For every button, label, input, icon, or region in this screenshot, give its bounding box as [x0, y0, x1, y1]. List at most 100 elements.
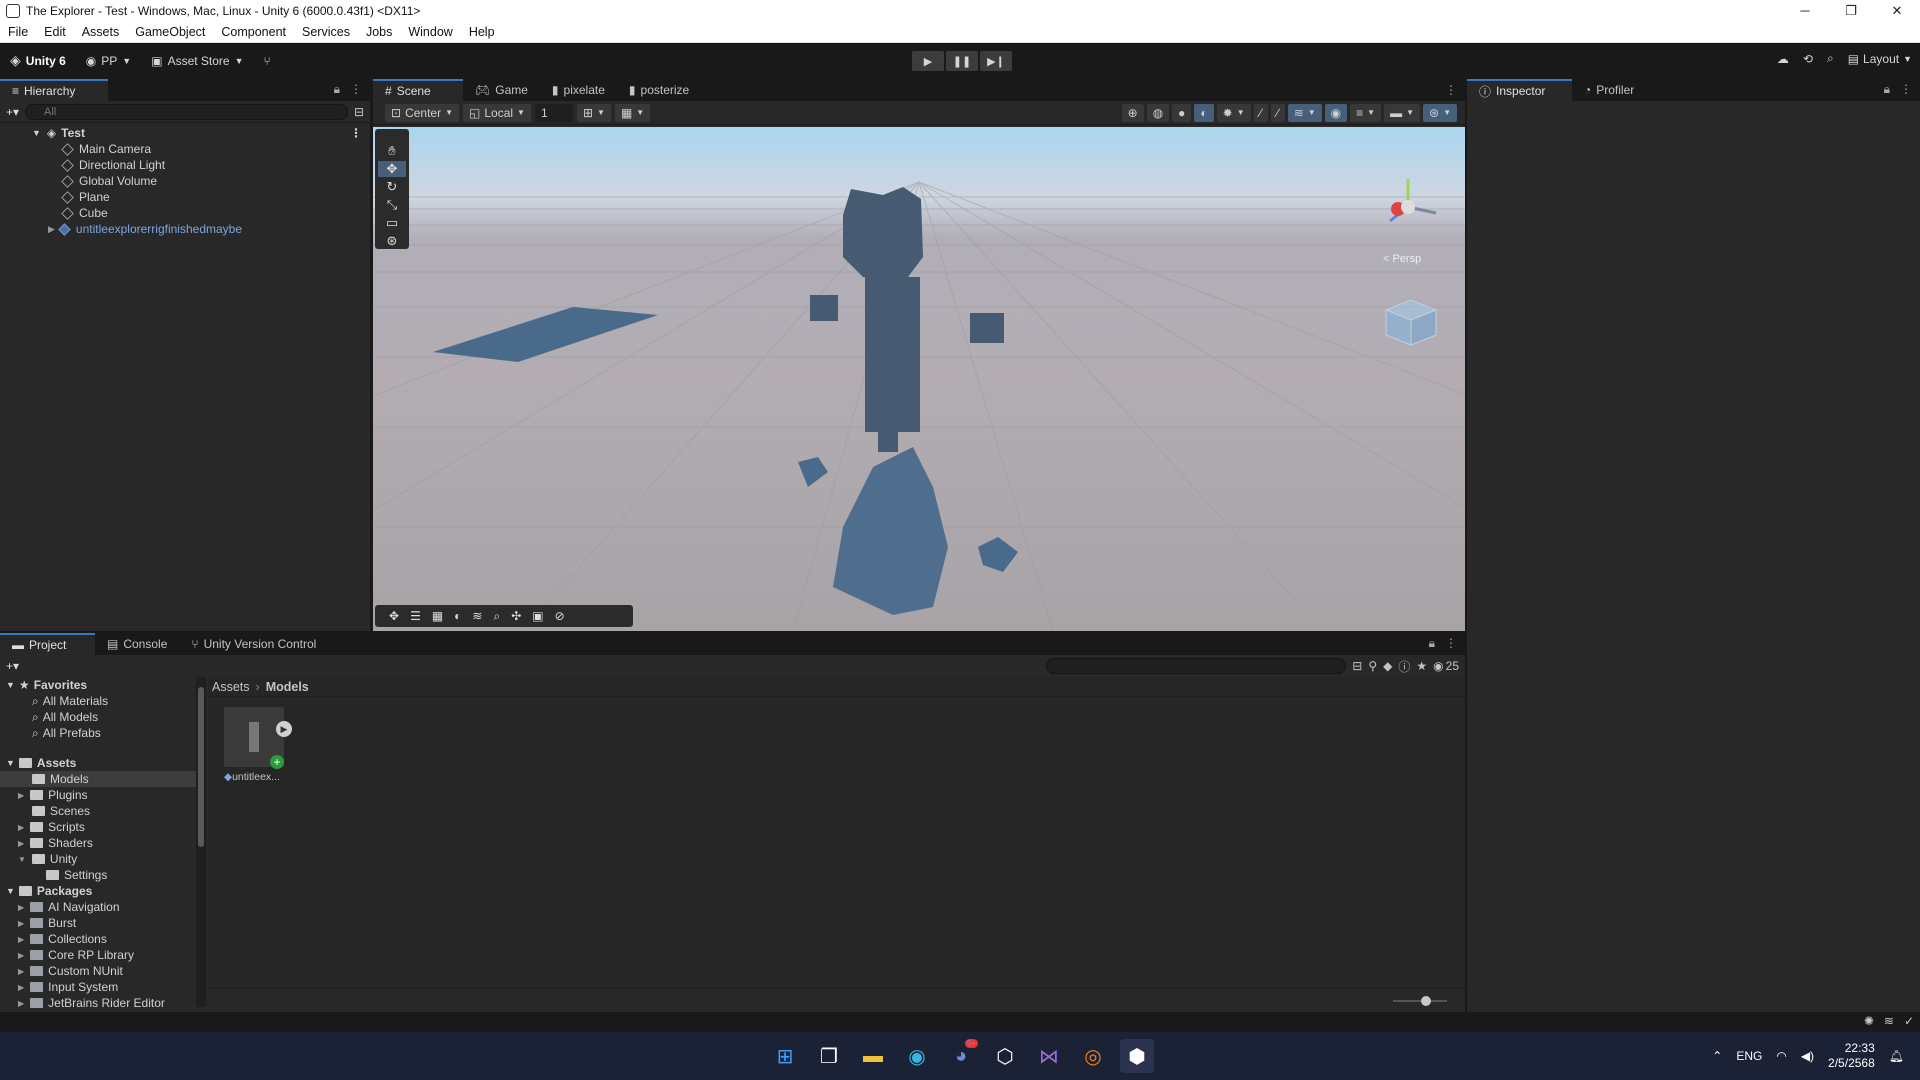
tab-project[interactable]: ▬ Project	[0, 633, 95, 655]
compass-overlay-icon[interactable]: ⊘	[555, 609, 565, 623]
grid-snap-dropdown[interactable]: ⊞ ▼	[576, 103, 611, 122]
create-dropdown[interactable]: +▾	[6, 105, 19, 119]
pp-dropdown[interactable]: ◉ PP ▼	[76, 54, 141, 68]
grid-visibility-dropdown[interactable]: ▦ ▼	[614, 103, 651, 122]
search-filter-icon[interactable]: ⊟	[354, 105, 364, 119]
play-button[interactable]: ▶	[912, 51, 944, 71]
tab-profiler[interactable]: ◔ Profiler	[1572, 79, 1646, 101]
account-button[interactable]: ◈ Unity 6	[0, 52, 76, 69]
lock-icon[interactable]: 🔒︎	[1429, 636, 1435, 651]
hidden-packages-count[interactable]: ◉ 25	[1433, 659, 1459, 673]
menu-services[interactable]: Services	[294, 25, 358, 39]
tab-scene[interactable]: # Scene	[373, 79, 463, 101]
layers-icon[interactable]: ≋	[1884, 1014, 1894, 1028]
asset-folder[interactable]: ▶ Shaders	[0, 835, 198, 851]
move-overlay-icon[interactable]: ✥	[389, 609, 399, 623]
tab-game[interactable]: 🎮︎ Game	[463, 79, 540, 101]
transform-tool-icon[interactable]: ⊛	[387, 233, 398, 249]
snap-increment-input[interactable]: 1	[534, 103, 573, 122]
asset-folder[interactable]: Scenes	[0, 803, 198, 819]
cloud-icon[interactable]: ☁	[1777, 52, 1789, 66]
menu-edit[interactable]: Edit	[36, 25, 74, 39]
chevron-up-icon[interactable]: ⌃	[1712, 1049, 1722, 1063]
tab-pixelate[interactable]: ▮ pixelate	[540, 79, 617, 101]
toggle-audio-dropdown[interactable]: ≋ ▼	[1287, 103, 1322, 122]
tab-console[interactable]: ▤ Console	[95, 633, 179, 655]
favorite-item[interactable]: ⌕ All Models	[0, 709, 198, 725]
debug-draw-dropdown[interactable]: ✹ ▼	[1216, 103, 1251, 122]
packages-header[interactable]: ▼ Packages	[0, 883, 198, 899]
scene-root-row[interactable]: ▼ ◈ Test ⋮	[0, 125, 370, 141]
hierarchy-item[interactable]: Plane	[0, 189, 370, 205]
breadcrumb-assets[interactable]: Assets	[212, 680, 250, 694]
maximize-button[interactable]: ❐	[1828, 3, 1874, 19]
draw-mode-shaded-wire-button[interactable]: ◍	[1146, 103, 1170, 122]
menu-assets[interactable]: Assets	[74, 25, 128, 39]
draw-mode-wire-button[interactable]: ⊕	[1121, 103, 1144, 122]
hand-tool-icon[interactable]: ✋︎	[388, 143, 395, 159]
asset-tile[interactable]: ▶ + ◆untitleex...	[224, 707, 292, 783]
visual-studio-icon[interactable]: ⋈	[1032, 1039, 1066, 1073]
scene-visibility-button[interactable]: ◉	[1324, 103, 1348, 122]
tab-posterize[interactable]: ▮ posterize	[617, 79, 701, 101]
hierarchy-item[interactable]: Main Camera	[0, 141, 370, 157]
hierarchy-item[interactable]: Directional Light	[0, 157, 370, 173]
info-icon[interactable]: ⓘ	[1398, 658, 1410, 675]
hierarchy-item[interactable]: Global Volume	[0, 173, 370, 189]
search-by-type-icon[interactable]: ⊟	[1352, 659, 1362, 673]
windows-start-icon[interactable]: ⊞	[768, 1039, 802, 1073]
language-indicator[interactable]: ENG	[1736, 1049, 1762, 1063]
hierarchy-search-input[interactable]: All	[25, 103, 348, 120]
tag-icon[interactable]: ◆	[1383, 659, 1392, 673]
lock-icon[interactable]: 🔒︎	[1884, 82, 1890, 97]
favorite-item[interactable]: ⌕ All Materials	[0, 693, 198, 709]
camera-overlay-icon[interactable]: ▣	[532, 609, 543, 623]
settings-overlay-icon[interactable]: ☰	[410, 609, 421, 623]
package-folder[interactable]: ▶ Input System	[0, 979, 198, 995]
space-dropdown[interactable]: ◱ Local ▼	[463, 103, 531, 122]
gizmos-dropdown[interactable]: ⊛ ▼	[1423, 103, 1457, 122]
file-explorer-icon[interactable]: ▬	[856, 1039, 890, 1073]
zoom-overlay-icon[interactable]: ⌕	[493, 609, 500, 624]
favorites-header[interactable]: ▼ ★ Favorites	[0, 677, 198, 693]
rect-tool-icon[interactable]: ▭	[386, 215, 398, 231]
layers-overlay-icon[interactable]: ≋	[472, 609, 482, 623]
package-folder[interactable]: ▶ Collections	[0, 931, 198, 947]
blender-icon[interactable]: ◎	[1076, 1039, 1110, 1073]
debug-bug-icon[interactable]: ✺	[1864, 1014, 1874, 1028]
minimize-button[interactable]: ─	[1782, 3, 1828, 19]
effects-dropdown[interactable]: ≡ ▼	[1350, 103, 1382, 122]
expand-arrow-icon[interactable]: ▼	[32, 128, 41, 138]
menu-help[interactable]: Help	[461, 25, 503, 39]
search-by-label-icon[interactable]: ⚲	[1368, 659, 1377, 673]
breadcrumb-models[interactable]: Models	[266, 680, 309, 694]
camera-settings-dropdown[interactable]: ▬ ▼	[1384, 103, 1421, 122]
asset-folder[interactable]: ▼ Unity	[0, 851, 198, 867]
folder-tree-scrollbar[interactable]	[196, 677, 206, 1007]
task-view-icon[interactable]: ❐	[812, 1039, 846, 1073]
menu-gameobject[interactable]: GameObject	[127, 25, 213, 39]
check-circle-icon[interactable]: ✓	[1904, 1014, 1914, 1028]
step-button[interactable]: ▶❙	[980, 51, 1012, 71]
tab-version-control[interactable]: ⑂ Unity Version Control	[179, 633, 328, 655]
notification-bell-icon[interactable]: 🔔︎	[1889, 1049, 1904, 1063]
hierarchy-item-prefab[interactable]: ▶ untitleexplorerrigfinishedmaybe	[0, 221, 370, 237]
asset-folder[interactable]: ▶ Plugins	[0, 787, 198, 803]
close-button[interactable]: ✕	[1874, 3, 1920, 19]
wifi-icon[interactable]: ◠	[1776, 1049, 1786, 1063]
menu-jobs[interactable]: Jobs	[358, 25, 400, 39]
favorite-item[interactable]: ⌕ All Prefabs	[0, 725, 198, 741]
asset-folder[interactable]: ▶ Scripts	[0, 819, 198, 835]
scale-tool-icon[interactable]: ⤡	[387, 197, 397, 213]
menu-window[interactable]: Window	[400, 25, 460, 39]
kebab-menu-icon[interactable]: ⋮	[1900, 82, 1912, 97]
speaker-icon[interactable]: ◀)	[1801, 1049, 1814, 1063]
history-icon[interactable]: ⟲	[1803, 52, 1813, 66]
package-folder[interactable]: ▶ Burst	[0, 915, 198, 931]
expand-arrow-icon[interactable]: ▶	[48, 224, 55, 235]
persp-label[interactable]: < Persp	[1383, 253, 1421, 265]
move-tool-icon[interactable]: ✥	[378, 161, 406, 177]
tab-inspector[interactable]: ⓘ Inspector	[1467, 79, 1572, 101]
toggle-lighting-button[interactable]: ∕	[1270, 103, 1285, 122]
menu-file[interactable]: File	[0, 25, 36, 39]
